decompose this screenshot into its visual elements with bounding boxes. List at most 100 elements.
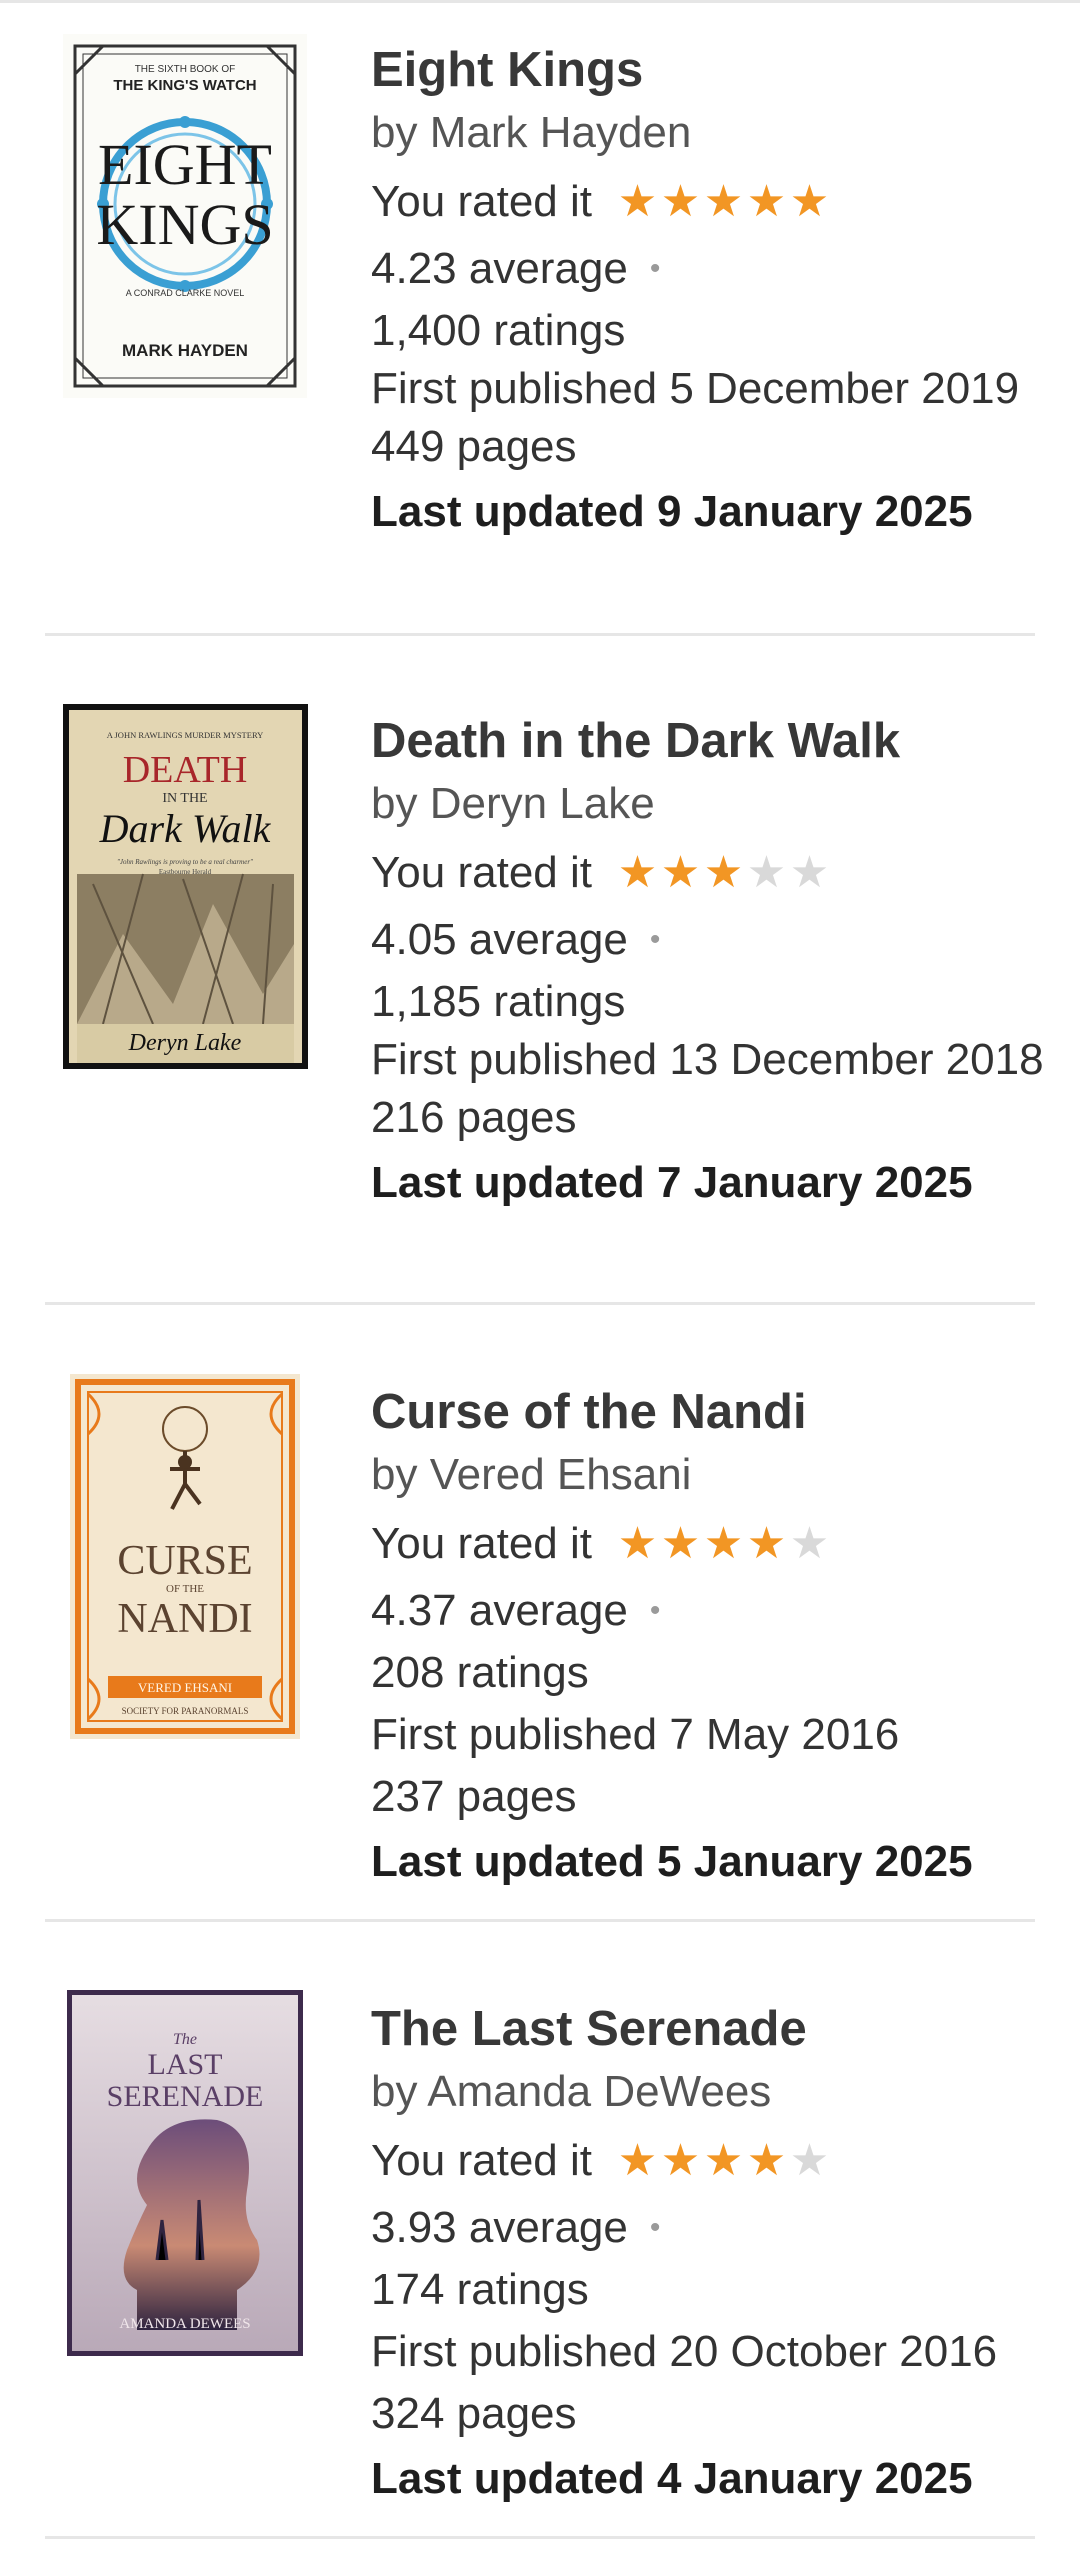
cover-title-2: SERENADE	[107, 2080, 264, 2113]
rated-label: You rated it	[371, 2136, 592, 2185]
book-title[interactable]: Eight Kings	[371, 40, 1051, 100]
cover-title-1: CURSE	[117, 1538, 252, 1584]
ratings-count: 1,400 ratings	[371, 306, 626, 355]
first-published: First published 20 October 2016	[371, 2327, 998, 2376]
cover-series: SOCIETY FOR PARANORMALS	[122, 1706, 249, 1716]
book-cover-link[interactable]: A JOHN RAWLINGS MURDER MYSTERY DEATH IN …	[63, 704, 308, 1069]
star-icon[interactable]: ★	[788, 1522, 831, 1566]
cover-title-mid: OF THE	[166, 1583, 204, 1595]
average-row: 4.23 average •	[371, 238, 1051, 300]
page-count: 324 pages	[371, 2389, 577, 2438]
cover-author: AMANDA DEWEES	[119, 2316, 250, 2332]
star-icon[interactable]: ★	[616, 851, 659, 895]
cover-series: THE KING'S WATCH	[113, 77, 256, 94]
cover-title-small: The	[173, 2031, 197, 2048]
star-icon[interactable]: ★	[659, 2139, 702, 2183]
star-icon[interactable]: ★	[745, 851, 788, 895]
star-icon[interactable]: ★	[659, 180, 702, 224]
book-author: by Amanda DeWees	[371, 2059, 1051, 2125]
cover-quote-source: Eastbourne Herald	[159, 868, 212, 876]
book-cover-curse-of-the-nandi: CURSE OF THE NANDI VERED EHSANI SOCIETY …	[70, 1374, 300, 1739]
star-rating[interactable]: ★ ★ ★ ★ ★	[616, 851, 831, 895]
star-icon[interactable]: ★	[659, 851, 702, 895]
book-author: by Deryn Lake	[371, 771, 1051, 837]
page-count: 449 pages	[371, 422, 577, 471]
row-divider	[45, 1302, 1035, 1305]
star-icon[interactable]: ★	[702, 2139, 745, 2183]
cover-title-1: LAST	[148, 2048, 223, 2081]
star-icon[interactable]: ★	[616, 2139, 659, 2183]
first-published: First published 5 December 2019	[371, 364, 1020, 413]
last-updated: Last updated 5 January 2025	[371, 1837, 973, 1886]
book-title[interactable]: Curse of the Nandi	[371, 1382, 1051, 1442]
average-rating: 4.05 average	[371, 915, 628, 964]
book-info: Death in the Dark Walk by Deryn Lake You…	[371, 711, 1051, 1217]
user-rating-row: You rated it ★ ★ ★ ★ ★	[371, 166, 1051, 238]
star-icon[interactable]: ★	[745, 180, 788, 224]
cover-subtitle: A CONRAD CLARKE NOVEL	[126, 288, 245, 298]
dot-icon[interactable]: •	[650, 238, 661, 300]
user-rating-row: You rated it ★ ★ ★ ★ ★	[371, 1508, 1051, 1580]
average-rating: 4.37 average	[371, 1586, 628, 1635]
cover-title-mid: IN THE	[162, 791, 207, 806]
cover-top-line: A JOHN RAWLINGS MURDER MYSTERY	[107, 730, 264, 740]
cover-author: VERED EHSANI	[138, 1680, 232, 1695]
book-author: by Vered Ehsani	[371, 1442, 1051, 1508]
star-icon[interactable]: ★	[745, 2139, 788, 2183]
user-rating-row: You rated it ★ ★ ★ ★ ★	[371, 2125, 1051, 2197]
star-rating[interactable]: ★ ★ ★ ★ ★	[616, 2139, 831, 2183]
last-updated: Last updated 4 January 2025	[371, 2454, 973, 2503]
book-title[interactable]: Death in the Dark Walk	[371, 711, 1051, 771]
book-info: The Last Serenade by Amanda DeWees You r…	[371, 1999, 1051, 2513]
last-updated: Last updated 7 January 2025	[371, 1158, 973, 1207]
book-author: by Mark Hayden	[371, 100, 1051, 166]
star-rating[interactable]: ★ ★ ★ ★ ★	[616, 180, 831, 224]
dot-icon[interactable]: •	[650, 909, 661, 971]
author-link[interactable]: by Amanda DeWees	[371, 2067, 771, 2116]
average-row: 4.05 average •	[371, 909, 1051, 971]
star-icon[interactable]: ★	[659, 1522, 702, 1566]
cover-title-2: KINGS	[96, 192, 273, 257]
book-cover-death-in-the-dark-walk: A JOHN RAWLINGS MURDER MYSTERY DEATH IN …	[63, 704, 308, 1069]
row-divider	[45, 2536, 1035, 2539]
page-count: 216 pages	[371, 1093, 577, 1142]
star-icon[interactable]: ★	[788, 851, 831, 895]
book-info: Curse of the Nandi by Vered Ehsani You r…	[371, 1382, 1051, 1896]
author-link[interactable]: by Mark Hayden	[371, 108, 691, 157]
star-icon[interactable]: ★	[788, 180, 831, 224]
star-icon[interactable]: ★	[702, 180, 745, 224]
cover-title-1: DEATH	[123, 749, 248, 791]
author-link[interactable]: by Deryn Lake	[371, 779, 655, 828]
average-rating: 4.23 average	[371, 244, 628, 293]
cover-title-2: Dark Walk	[99, 806, 272, 851]
star-rating[interactable]: ★ ★ ★ ★ ★	[616, 1522, 831, 1566]
book-title[interactable]: The Last Serenade	[371, 1999, 1051, 2059]
dot-icon[interactable]: •	[650, 1580, 661, 1642]
author-link[interactable]: by Vered Ehsani	[371, 1450, 691, 1499]
cover-top-line: THE SIXTH BOOK OF	[135, 64, 236, 75]
cover-title-1: EIGHT	[98, 132, 272, 197]
book-cover-link[interactable]: CURSE OF THE NANDI VERED EHSANI SOCIETY …	[70, 1374, 300, 1739]
ratings-count: 208 ratings	[371, 1648, 589, 1697]
cover-title-2: NANDI	[117, 1596, 252, 1642]
first-published: First published 7 May 2016	[371, 1710, 900, 1759]
rated-label: You rated it	[371, 1519, 592, 1568]
page-count: 237 pages	[371, 1772, 577, 1821]
star-icon[interactable]: ★	[702, 1522, 745, 1566]
book-cover-link[interactable]: The LAST SERENADE AMANDA DEWEES	[67, 1990, 303, 2356]
top-divider	[0, 0, 1080, 3]
star-icon[interactable]: ★	[616, 1522, 659, 1566]
star-icon[interactable]: ★	[788, 2139, 831, 2183]
book-cover-link[interactable]: THE SIXTH BOOK OF THE KING'S WATCH EIGHT…	[63, 34, 307, 398]
average-rating: 3.93 average	[371, 2203, 628, 2252]
ratings-count: 1,185 ratings	[371, 977, 626, 1026]
cover-author: MARK HAYDEN	[122, 341, 248, 360]
ratings-count: 174 ratings	[371, 2265, 589, 2314]
rated-label: You rated it	[371, 848, 592, 897]
star-icon[interactable]: ★	[616, 180, 659, 224]
star-icon[interactable]: ★	[745, 1522, 788, 1566]
star-icon[interactable]: ★	[702, 851, 745, 895]
user-rating-row: You rated it ★ ★ ★ ★ ★	[371, 837, 1051, 909]
average-row: 3.93 average •	[371, 2197, 1051, 2259]
dot-icon[interactable]: •	[650, 2197, 661, 2259]
